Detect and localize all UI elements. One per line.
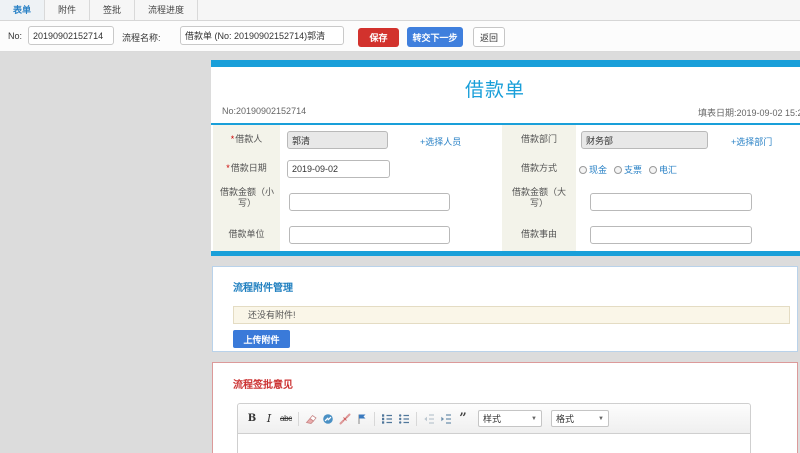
amount-upper-label: 借款金额（大写）: [511, 187, 566, 208]
select-department-link[interactable]: +选择部门: [731, 135, 772, 148]
toolbar-separator: [374, 411, 375, 426]
editor-content-area[interactable]: [238, 434, 750, 453]
bulleted-list-icon: [399, 413, 409, 424]
styles-dropdown[interactable]: 样式 ▼: [478, 410, 542, 427]
indent-icon: [441, 413, 451, 424]
remove-format-button[interactable]: [304, 411, 318, 427]
form-meta-row: No:20190902152714 填表日期:2019-09-02 15:27:…: [211, 100, 800, 125]
unit-label: 借款单位: [228, 229, 265, 239]
form-doc-no: No:20190902152714: [222, 106, 307, 116]
process-name-input[interactable]: [180, 26, 344, 45]
unlink-icon: [339, 413, 351, 424]
process-name-label: 流程名称:: [122, 33, 161, 43]
editor-toolbar: B I abc ” 样式 ▼ 格式 ▼: [238, 404, 750, 434]
radio-cash[interactable]: 现金: [579, 163, 607, 176]
radio-circle-icon: [649, 165, 658, 174]
attachments-panel: 流程附件管理 还没有附件! 上传附件: [212, 266, 798, 352]
link-button[interactable]: [321, 411, 335, 427]
italic-button[interactable]: I: [262, 411, 276, 427]
reason-label: 借款事由: [520, 229, 557, 239]
unit-input[interactable]: [289, 226, 450, 244]
select-person-link[interactable]: +选择人员: [420, 135, 461, 148]
bold-button[interactable]: B: [245, 411, 259, 427]
department-input[interactable]: [581, 131, 708, 149]
tab-approval[interactable]: 签批: [90, 0, 136, 20]
tab-progress[interactable]: 流程进度: [135, 0, 199, 20]
outdent-icon: [424, 413, 434, 424]
approval-panel: 流程签批意见 B I abc ” 样式 ▼ 格式 ▼: [212, 362, 798, 453]
numbered-list-icon: [382, 413, 392, 424]
strikethrough-button[interactable]: abc: [279, 411, 293, 427]
indent-button[interactable]: [439, 411, 453, 427]
toolbar-separator: [416, 411, 417, 426]
caret-down-icon: ▼: [531, 415, 537, 422]
command-bar: No: 流程名称: 保存 转交下一步 返回: [0, 21, 800, 52]
attachments-title: 流程附件管理: [233, 283, 293, 294]
reason-input[interactable]: [590, 226, 752, 244]
approval-title: 流程签批意见: [233, 380, 293, 391]
radio-wire-transfer[interactable]: 电汇: [649, 163, 677, 176]
upload-attachment-button[interactable]: 上传附件: [233, 330, 290, 348]
tab-attachments[interactable]: 附件: [45, 0, 91, 20]
no-label: No:: [8, 31, 23, 41]
borrow-date-label: *借款日期: [226, 163, 267, 173]
form-fields-grid: *借款人 +选择人员 借款部门 +选择部门 *借款日期 借款方式 现金 支票 电…: [211, 125, 800, 251]
department-label: 借款部门: [520, 134, 557, 144]
tab-form[interactable]: 表单: [0, 0, 46, 20]
radio-cheque[interactable]: 支票: [614, 163, 642, 176]
anchor-button[interactable]: [355, 411, 369, 427]
outdent-button[interactable]: [422, 411, 436, 427]
borrower-input[interactable]: [287, 131, 388, 149]
method-radio-group: 现金 支票 电汇: [579, 163, 677, 176]
save-button[interactable]: 保存: [358, 28, 399, 47]
link-icon: [323, 413, 333, 424]
flag-icon: [358, 414, 366, 424]
form-title: 借款单: [464, 80, 525, 101]
numbered-list-button[interactable]: [380, 411, 394, 427]
loan-form-panel: 借款单 No:20190902152714 填表日期:2019-09-02 15…: [211, 60, 800, 256]
radio-circle-icon: [579, 165, 587, 174]
amount-upper-input[interactable]: [590, 193, 752, 211]
no-attachments-message: 还没有附件!: [233, 306, 790, 324]
format-dropdown-label: 格式: [556, 414, 575, 424]
bulleted-list-button[interactable]: [397, 411, 411, 427]
back-button[interactable]: 返回: [473, 27, 505, 47]
amount-lower-input[interactable]: [289, 193, 450, 211]
panel-top-bar: [211, 60, 800, 67]
radio-circle-icon: [614, 165, 623, 174]
required-mark: *: [226, 163, 230, 173]
method-label: 借款方式: [520, 163, 557, 173]
next-step-button[interactable]: 转交下一步: [407, 27, 463, 47]
form-fill-date: 填表日期:2019-09-02 15:27:1: [698, 108, 800, 118]
tab-bar: 表单 附件 签批 流程进度: [0, 0, 800, 21]
blockquote-button[interactable]: ”: [456, 411, 470, 427]
rich-text-editor: B I abc ” 样式 ▼ 格式 ▼: [237, 403, 751, 453]
panel-bottom-bar: [211, 251, 800, 256]
styles-dropdown-label: 样式: [483, 414, 502, 424]
amount-lower-label: 借款金额（小写）: [219, 187, 274, 208]
required-mark: *: [230, 134, 235, 144]
unlink-button[interactable]: [338, 411, 352, 427]
eraser-icon: [305, 414, 317, 424]
format-dropdown[interactable]: 格式 ▼: [551, 410, 609, 427]
toolbar-separator: [298, 411, 299, 426]
borrow-date-input[interactable]: [287, 160, 390, 178]
caret-down-icon: ▼: [598, 415, 604, 422]
no-input[interactable]: [28, 26, 114, 45]
borrower-label: *借款人: [230, 134, 263, 144]
